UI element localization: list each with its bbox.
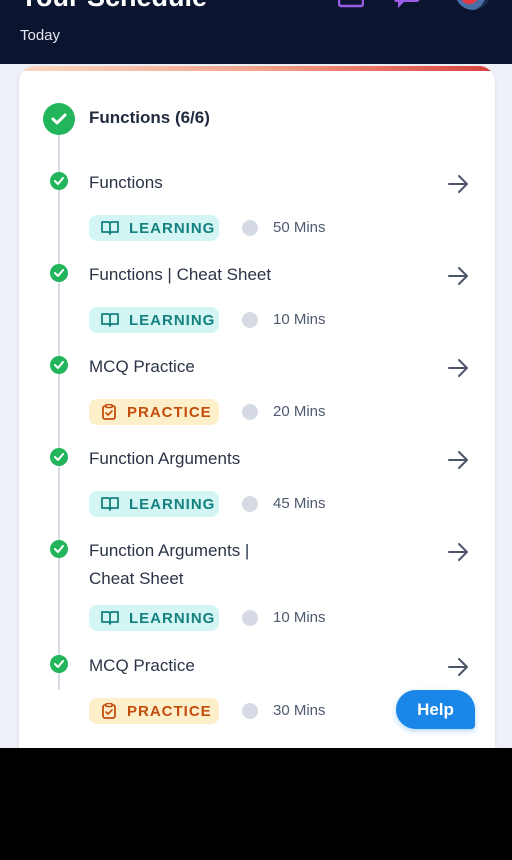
clock-icon — [242, 496, 258, 512]
avatar[interactable] — [455, 0, 491, 10]
tag-label: LEARNING — [129, 495, 216, 513]
book-icon — [101, 611, 119, 625]
book-icon — [101, 221, 119, 235]
item-check-icon — [50, 356, 68, 374]
clipboard-icon — [102, 703, 116, 719]
item-check-icon — [50, 448, 68, 466]
clock-icon — [242, 312, 258, 328]
practice-tag: PRACTICE — [89, 698, 219, 724]
list-item-title[interactable]: Function Arguments — [89, 445, 409, 473]
section-title[interactable]: Functions (6/6) — [89, 107, 210, 129]
duration-text: 10 Mins — [273, 609, 326, 626]
arrow-right-icon[interactable] — [447, 542, 469, 567]
book-icon — [101, 497, 119, 511]
duration-text: 50 Mins — [273, 219, 326, 236]
chat-icon[interactable] — [392, 0, 422, 15]
arrow-right-icon[interactable] — [447, 266, 469, 291]
app-header: Your Schedule Today — [0, 0, 512, 64]
list-item-title[interactable]: Function Arguments | Cheat Sheet — [89, 537, 289, 593]
learning-tag: LEARNING — [89, 491, 219, 517]
learning-tag: LEARNING — [89, 605, 219, 631]
clock-icon — [242, 220, 258, 236]
item-check-icon — [50, 540, 68, 558]
calendar-icon[interactable] — [337, 0, 365, 13]
duration-text: 30 Mins — [273, 702, 326, 719]
learning-tag: LEARNING — [89, 307, 219, 333]
list-item-title[interactable]: Functions — [89, 169, 409, 197]
arrow-right-icon[interactable] — [447, 358, 469, 383]
clock-icon — [242, 610, 258, 626]
tag-label: LEARNING — [129, 219, 216, 237]
tag-label: PRACTICE — [127, 403, 212, 421]
item-check-icon — [50, 655, 68, 673]
clock-icon — [242, 404, 258, 420]
book-icon — [101, 313, 119, 327]
tag-label: LEARNING — [129, 609, 216, 627]
page-title: Your Schedule — [20, 0, 207, 14]
item-check-icon — [50, 264, 68, 282]
bottom-area — [0, 748, 512, 860]
duration-text: 10 Mins — [273, 311, 326, 328]
card-accent-bar — [19, 66, 495, 71]
section-check-icon — [43, 103, 75, 135]
page-subtitle: Today — [20, 27, 61, 44]
tag-label: PRACTICE — [127, 702, 212, 720]
duration-text: 45 Mins — [273, 495, 326, 512]
arrow-right-icon[interactable] — [447, 450, 469, 475]
clipboard-icon — [102, 404, 116, 420]
clock-icon — [242, 703, 258, 719]
list-item-title[interactable]: MCQ Practice — [89, 353, 409, 381]
item-check-icon — [50, 172, 68, 190]
learning-tag: LEARNING — [89, 215, 219, 241]
arrow-right-icon[interactable] — [447, 174, 469, 199]
tag-label: LEARNING — [129, 311, 216, 329]
duration-text: 20 Mins — [273, 403, 326, 420]
practice-tag: PRACTICE — [89, 399, 219, 425]
list-item-title[interactable]: Functions | Cheat Sheet — [89, 261, 409, 289]
help-button[interactable]: Help — [396, 690, 475, 729]
arrow-right-icon[interactable] — [447, 657, 469, 682]
list-item-title[interactable]: MCQ Practice — [89, 652, 409, 680]
timeline-line — [58, 130, 60, 690]
